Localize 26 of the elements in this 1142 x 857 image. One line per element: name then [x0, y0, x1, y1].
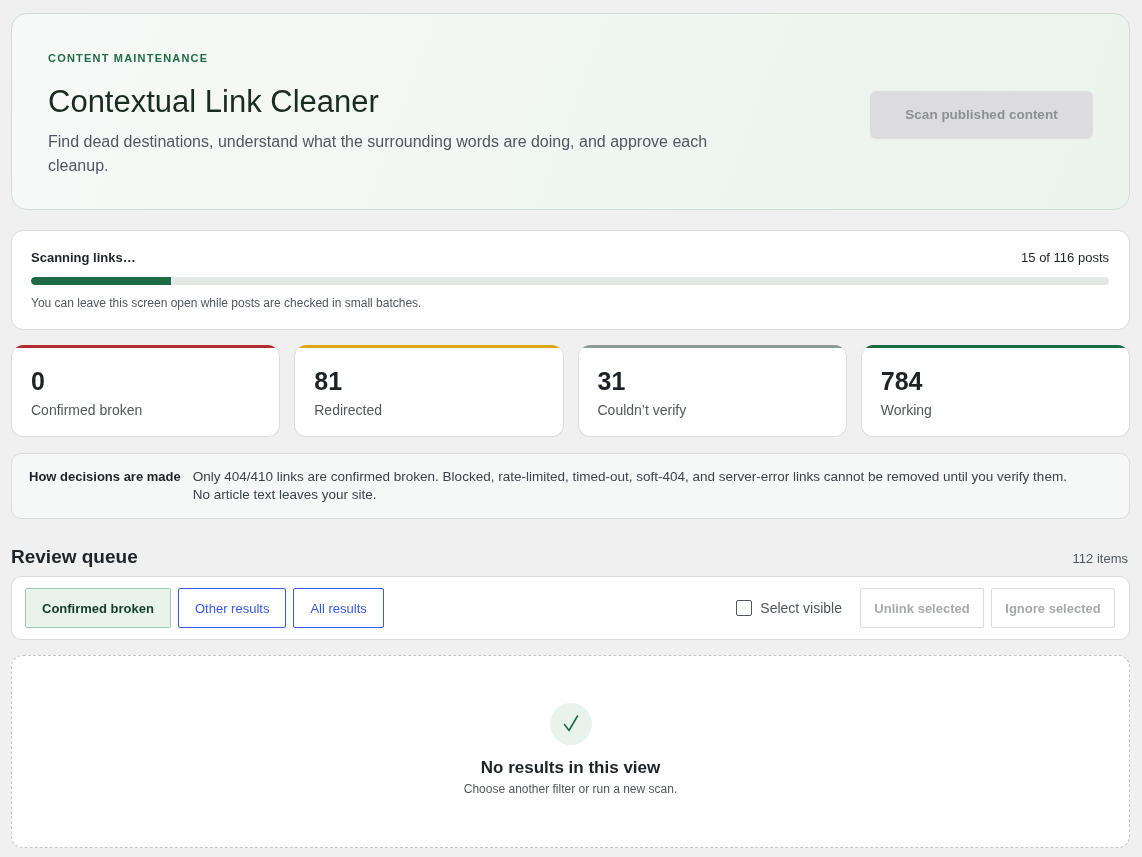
info-heading: How decisions are made	[29, 468, 181, 486]
page-title: Contextual Link Cleaner	[48, 83, 380, 121]
checkbox-label: Select visible	[760, 600, 842, 616]
filter-tab[interactable]: Confirmed broken	[25, 588, 171, 628]
section-heading: Review queue	[11, 545, 138, 569]
eyebrow-label: CONTENT MAINTENANCE	[48, 51, 210, 65]
check-icon	[549, 703, 592, 745]
progress-count: 15 of 116 posts	[1021, 249, 1109, 267]
filter-tab[interactable]: Other results	[177, 588, 287, 628]
stat-value: 784	[880, 366, 924, 396]
progress-label: Scanning links…	[31, 249, 136, 267]
checkbox[interactable]	[736, 600, 753, 616]
stat-value: 0	[31, 366, 46, 396]
stat-label: Confirmed broken	[31, 401, 144, 419]
page-description: Find dead destinations, understand what the surrounding words are doing, and approve each cleanup.	[48, 132, 709, 176]
stat-value: 31	[597, 366, 627, 396]
empty-state-text: Choose another filter or run a new scan.	[463, 781, 678, 797]
info-text: Only 404/410 links are confirmed broken. Blocked, rate-limited, timed-out, soft-404, and server-error links cannot be removed until you verify them. No article text leaves your site.	[192, 468, 1068, 504]
item-count: 112 items	[1072, 551, 1128, 566]
filter-tab[interactable]: All results	[293, 588, 384, 628]
empty-state-title: No results in this view	[480, 757, 661, 779]
progress-note: You can leave this screen open while posts are checked in small batches.	[31, 295, 423, 311]
stat-label: Redirected	[314, 401, 383, 419]
stat-label: Couldn’t verify	[597, 401, 688, 419]
stat-value: 81	[314, 366, 344, 396]
stat-label: Working	[880, 401, 933, 419]
